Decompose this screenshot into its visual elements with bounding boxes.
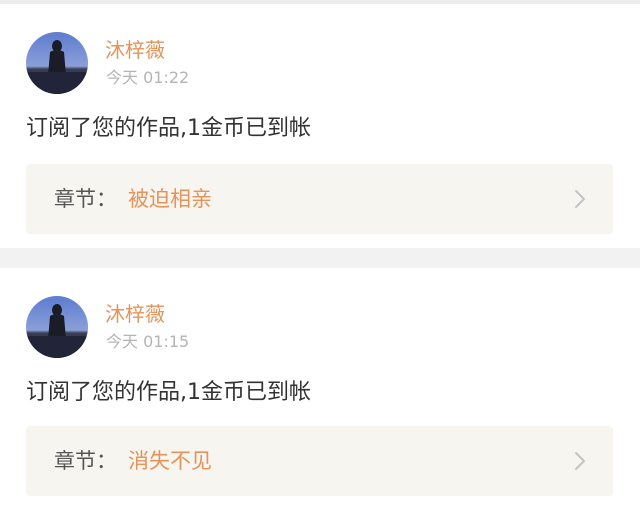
notification-message: 订阅了您的作品,1金币已到帐 bbox=[26, 116, 311, 141]
notification-card: 沐梓薇 今天 01:15 订阅了您的作品,1金币已到帐 章节： 消失不见 bbox=[0, 268, 640, 516]
username[interactable]: 沐梓薇 bbox=[105, 302, 165, 326]
username[interactable]: 沐梓薇 bbox=[105, 38, 165, 62]
chapter-label: 章节： bbox=[54, 187, 117, 211]
notification-message: 订阅了您的作品,1金币已到帐 bbox=[26, 380, 311, 405]
chapter-title: 消失不见 bbox=[128, 449, 212, 473]
timestamp: 今天 01:15 bbox=[106, 332, 190, 351]
avatar-silhouette-icon bbox=[26, 296, 88, 358]
chevron-right-icon bbox=[575, 190, 585, 208]
chapter-link[interactable]: 章节： 消失不见 bbox=[26, 426, 613, 496]
chevron-right-icon bbox=[575, 452, 585, 470]
timestamp: 今天 01:22 bbox=[106, 68, 190, 87]
avatar[interactable] bbox=[26, 296, 88, 358]
chapter-title: 被迫相亲 bbox=[128, 187, 212, 211]
avatar-silhouette-icon bbox=[26, 32, 88, 94]
avatar[interactable] bbox=[26, 32, 88, 94]
chapter-label: 章节： bbox=[54, 449, 117, 473]
chapter-link[interactable]: 章节： 被迫相亲 bbox=[26, 164, 613, 234]
notification-card: 沐梓薇 今天 01:22 订阅了您的作品,1金币已到帐 章节： 被迫相亲 bbox=[0, 4, 640, 248]
